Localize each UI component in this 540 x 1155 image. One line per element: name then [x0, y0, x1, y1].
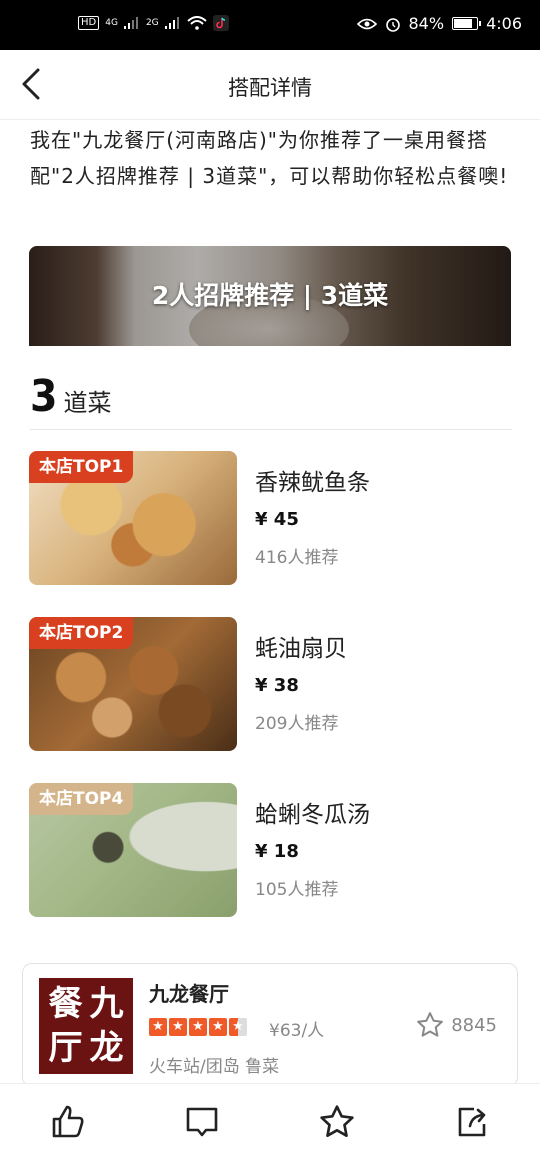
dish-name: 香辣鱿鱼条 [255, 470, 370, 496]
status-left: HD 4G 2G [78, 15, 229, 31]
dish-name: 蛤蜊冬瓜汤 [255, 802, 370, 828]
dish-count-label: 道菜 [63, 389, 112, 417]
alarm-icon [385, 17, 400, 32]
hd-badge: HD [78, 16, 100, 30]
rank-badge: 本店TOP4 [29, 783, 134, 815]
star-icon [320, 1105, 354, 1137]
logo-char: 厅 [48, 1028, 83, 1068]
status-right: 84% 4:06 [356, 14, 522, 33]
dish-price: ¥ 18 [255, 841, 299, 862]
dish-item[interactable]: 本店TOP4 蛤蜊冬瓜汤 ¥ 18 105人推荐 [29, 783, 511, 917]
rating-star: ★ [149, 1018, 167, 1036]
wifi-icon [186, 16, 207, 30]
dish-recommend-count: 105人推荐 [255, 880, 339, 900]
dish-name: 蚝油扇贝 [255, 636, 347, 662]
clock: 4:06 [486, 14, 522, 33]
signal-2g-label: 2G [145, 18, 159, 28]
restaurant-card[interactable]: 餐 九 厅 龙 九龙餐厅 ★ ★ ★ ★ ★ ¥63/人 8845 火车站/团岛 鲁菜 [22, 963, 518, 1087]
signal-icon [164, 17, 179, 29]
rating-star: ★ [169, 1018, 187, 1036]
bottom-action-bar [0, 1083, 540, 1155]
favorite-button[interactable]: 8845 [415, 1010, 497, 1040]
battery-fill [454, 19, 472, 28]
dishes-section-header: 3 道菜 [30, 372, 512, 430]
collect-button[interactable] [317, 1102, 357, 1142]
signal-icon [123, 17, 138, 29]
dish-price: ¥ 45 [255, 509, 299, 530]
signal-4g-label: 4G [105, 18, 118, 28]
rating-stars: ★ ★ ★ ★ ★ [149, 1018, 247, 1036]
status-bar: HD 4G 2G 84% 4:06 [0, 0, 540, 50]
intro-text: 我在"九龙餐厅(河南路店)"为你推荐了一桌用餐搭配"2人招牌推荐 | 3道菜"，… [30, 128, 509, 188]
battery-icon [452, 17, 482, 30]
like-button[interactable] [48, 1102, 88, 1142]
battery-percent: 84% [408, 14, 445, 33]
page-title: 搭配详情 [228, 76, 312, 100]
dish-recommend-count: 209人推荐 [255, 714, 339, 734]
dish-image[interactable]: 本店TOP1 [29, 451, 237, 585]
dish-item[interactable]: 本店TOP1 香辣鱿鱼条 ¥ 45 416人推荐 [29, 451, 511, 585]
restaurant-logo: 餐 九 厅 龙 [39, 978, 133, 1074]
logo-char: 龙 [89, 1028, 124, 1068]
rating-star: ★ [189, 1018, 207, 1036]
dish-recommend-count: 416人推荐 [255, 548, 339, 568]
nav-bar: 搭配详情 [0, 50, 540, 120]
rating-star: ★ [229, 1018, 247, 1036]
tiktok-icon [212, 15, 229, 31]
rating-star: ★ [209, 1018, 227, 1036]
logo-char: 九 [89, 984, 124, 1024]
logo-char: 餐 [48, 984, 83, 1024]
thumbs-up-icon [52, 1105, 84, 1138]
banner-title: 2人招牌推荐 | 3道菜 [151, 281, 389, 310]
favorite-count: 8845 [451, 1014, 497, 1036]
rank-badge: 本店TOP1 [29, 451, 134, 483]
share-icon [458, 1107, 486, 1137]
dish-price: ¥ 38 [255, 675, 299, 696]
eye-icon [356, 18, 377, 29]
average-price: ¥63/人 [269, 1021, 325, 1041]
dish-image[interactable]: 本店TOP2 [29, 617, 237, 751]
comment-button[interactable] [182, 1102, 222, 1142]
star-outline-icon [417, 1012, 444, 1037]
dish-image[interactable]: 本店TOP4 [29, 783, 237, 917]
dish-count: 3 [30, 371, 58, 422]
restaurant-area: 火车站/团岛 鲁菜 [149, 1057, 280, 1077]
restaurant-name: 九龙餐厅 [149, 982, 229, 1006]
comment-icon [186, 1107, 218, 1137]
rank-badge: 本店TOP2 [29, 617, 134, 649]
combo-banner[interactable]: 2人招牌推荐 | 3道菜 [29, 246, 511, 346]
dish-item[interactable]: 本店TOP2 蚝油扇贝 ¥ 38 209人推荐 [29, 617, 511, 751]
share-button[interactable] [452, 1102, 492, 1142]
